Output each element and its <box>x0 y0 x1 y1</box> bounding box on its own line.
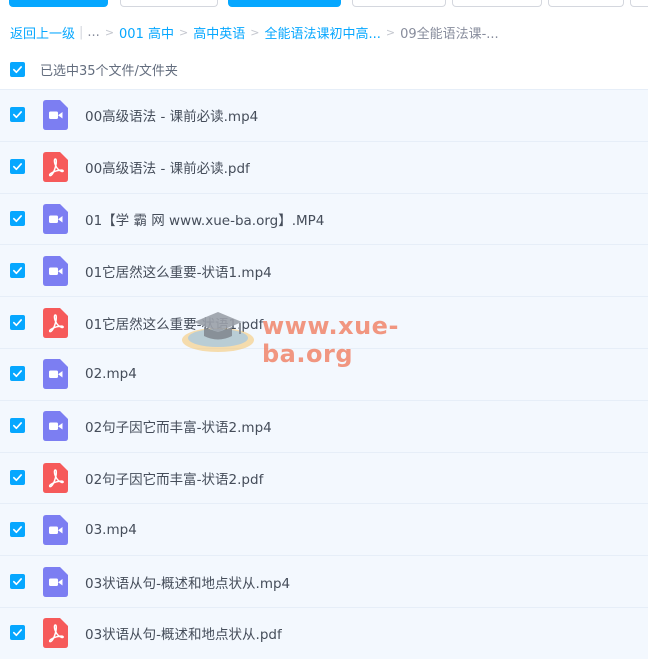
file-name[interactable]: 03状语从句-概述和地点状从.mp4 <box>85 572 290 592</box>
file-row[interactable]: 01【学 霸 网 www.xue-ba.org】.MP4 <box>0 192 648 245</box>
chevron-right-icon: > <box>178 25 189 39</box>
pdf-icon <box>43 462 68 493</box>
file-row[interactable]: 02句子因它而丰富-状语2.pdf <box>0 451 648 504</box>
back-link[interactable]: 返回上一级 <box>10 23 75 42</box>
video-file-icon <box>43 411 68 442</box>
file-checkbox[interactable] <box>10 314 25 330</box>
share-button[interactable] <box>352 0 446 7</box>
select-all-row: 已选中35个文件/文件夹 <box>10 59 178 79</box>
chevron-right-icon: > <box>250 25 260 39</box>
file-row[interactable]: 03状语从句-概述和地点状从.pdf <box>0 606 648 659</box>
upload-button[interactable] <box>9 0 108 7</box>
file-row[interactable]: 02.mp4 <box>0 347 648 400</box>
file-row[interactable]: 00高级语法 - 课前必读.mp4 <box>0 89 648 141</box>
selection-count-label: 已选中35个文件/文件夹 <box>40 63 178 79</box>
pdf-icon <box>43 618 68 649</box>
file-checkbox[interactable] <box>10 210 25 226</box>
toolbar <box>0 0 648 8</box>
breadcrumb-divider: | <box>79 24 84 40</box>
pdf-file-icon <box>43 618 68 649</box>
file-checkbox[interactable] <box>10 262 25 278</box>
file-row[interactable]: 00高级语法 - 课前必读.pdf <box>0 140 648 193</box>
chevron-right-icon: > <box>385 25 396 39</box>
pdf-file-icon <box>43 462 68 493</box>
file-row[interactable]: 01它居然这么重要-状语1.mp4 <box>0 244 648 297</box>
file-checkbox[interactable] <box>10 159 25 175</box>
file-name[interactable]: 02句子因它而丰富-状语2.mp4 <box>85 416 272 436</box>
file-name[interactable]: 02.mp4 <box>85 366 137 382</box>
file-checkbox[interactable] <box>10 573 25 589</box>
file-name[interactable]: 03.mp4 <box>85 522 137 538</box>
check-icon <box>13 266 22 274</box>
file-name[interactable]: 03状语从句-概述和地点状从.pdf <box>85 623 282 643</box>
video-icon <box>43 411 68 442</box>
delete-button[interactable] <box>452 0 542 7</box>
video-file-icon <box>43 566 68 597</box>
file-browser: 返回上一级 | ... > 001 高中 > 高中英语 > 全能语法课初中高..… <box>0 0 648 661</box>
file-row[interactable]: 02句子因它而丰富-状语2.mp4 <box>0 399 648 452</box>
pdf-file-icon <box>43 307 68 338</box>
file-row[interactable]: 03状语从句-概述和地点状从.mp4 <box>0 555 648 607</box>
new-folder-button[interactable] <box>120 0 218 7</box>
file-checkbox[interactable] <box>10 521 25 537</box>
file-row[interactable]: 01它居然这么重要-状语1.pdf <box>0 296 648 348</box>
video-file-icon <box>43 514 68 545</box>
video-icon <box>43 255 68 286</box>
download-button[interactable] <box>228 0 341 7</box>
pdf-file-icon <box>43 152 68 183</box>
video-file-icon <box>43 100 68 131</box>
select-all-checkbox[interactable] <box>10 61 25 77</box>
file-checkbox[interactable] <box>10 418 25 434</box>
check-icon <box>13 370 22 378</box>
video-file-icon <box>43 255 68 286</box>
breadcrumb: 返回上一级 | ... > 001 高中 > 高中英语 > 全能语法课初中高..… <box>10 22 499 42</box>
file-name[interactable]: 02句子因它而丰富-状语2.pdf <box>85 468 263 488</box>
file-name[interactable]: 00高级语法 - 课前必读.pdf <box>85 157 250 177</box>
breadcrumb-item[interactable]: 高中英语 <box>193 23 245 42</box>
video-icon <box>43 359 68 390</box>
check-icon <box>13 65 22 73</box>
check-icon <box>13 422 22 430</box>
more-button[interactable] <box>548 0 624 7</box>
file-checkbox[interactable] <box>10 469 25 485</box>
check-icon <box>13 525 22 533</box>
video-file-icon <box>43 203 68 234</box>
check-icon <box>13 629 22 637</box>
file-name[interactable]: 01它居然这么重要-状语1.pdf <box>85 313 263 333</box>
breadcrumb-ellipsis[interactable]: ... <box>87 25 99 40</box>
check-icon <box>13 215 22 223</box>
file-checkbox[interactable] <box>10 366 25 382</box>
breadcrumb-current: 09全能语法课-... <box>400 26 499 42</box>
file-checkbox[interactable] <box>10 625 25 641</box>
file-name[interactable]: 00高级语法 - 课前必读.mp4 <box>85 105 258 125</box>
pdf-icon <box>43 152 68 183</box>
file-name[interactable]: 01它居然这么重要-状语1.mp4 <box>85 261 272 281</box>
pdf-icon <box>43 307 68 338</box>
check-icon <box>13 577 22 585</box>
check-icon <box>13 318 22 326</box>
breadcrumb-item[interactable]: 001 高中 <box>119 23 174 42</box>
file-name[interactable]: 01【学 霸 网 www.xue-ba.org】.MP4 <box>85 209 324 229</box>
breadcrumb-item[interactable]: 全能语法课初中高... <box>264 23 380 42</box>
video-icon <box>43 203 68 234</box>
file-checkbox[interactable] <box>10 107 25 123</box>
check-icon <box>13 474 22 482</box>
video-icon <box>43 566 68 597</box>
check-icon <box>13 111 22 119</box>
video-file-icon <box>43 359 68 390</box>
check-icon <box>13 163 22 171</box>
chevron-right-icon: > <box>104 25 115 39</box>
file-row[interactable]: 03.mp4 <box>0 503 648 556</box>
video-icon <box>43 514 68 545</box>
file-list: 00高级语法 - 课前必读.mp4 00高级语法 - 课前必读.pdf 01【学 霸… <box>0 89 648 659</box>
view-toggle-button[interactable] <box>630 0 648 7</box>
video-icon <box>43 100 68 131</box>
